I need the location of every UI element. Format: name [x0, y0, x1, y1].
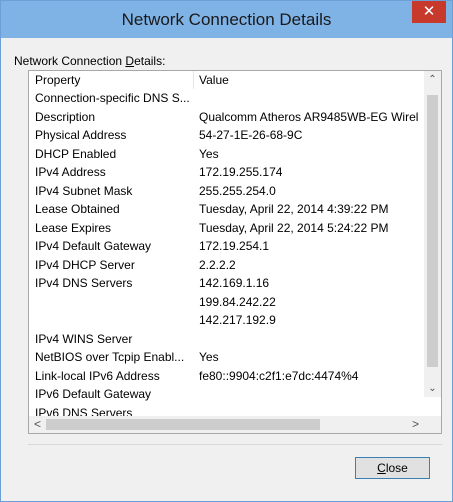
- value-cell: Tuesday, April 22, 2014 4:39:22 PM: [199, 202, 389, 216]
- value-cell: 142.169.1.16: [199, 276, 270, 290]
- table-row[interactable]: Connection-specific DNS S...: [29, 90, 425, 109]
- table-row[interactable]: DHCP Enabled Yes: [29, 146, 425, 165]
- table-row[interactable]: IPv6 Default Gateway: [29, 386, 425, 405]
- table-row[interactable]: Lease Obtained Tuesday, April 22, 2014 4:…: [29, 201, 425, 220]
- column-header-value[interactable]: Value: [199, 73, 229, 87]
- property-cell: DHCP Enabled: [35, 146, 117, 161]
- property-cell: Lease Obtained: [35, 202, 120, 216]
- section-label: Network Connection Details:: [14, 54, 165, 68]
- section-label-post: etails:: [134, 54, 166, 68]
- scrollbar-corner: [424, 416, 441, 433]
- table-row[interactable]: IPv4 Address 172.19.255.174: [29, 164, 425, 183]
- value-cell: Tuesday, April 22, 2014 5:24:22 PM: [199, 220, 389, 235]
- property-cell: Link-local IPv6 Address: [35, 368, 160, 383]
- horizontal-scrollbar[interactable]: < >: [29, 416, 441, 433]
- table-row[interactable]: NetBIOS over Tcpip Enabl... Yes: [29, 349, 425, 368]
- value-cell: 142.217.192.9: [199, 313, 276, 327]
- table-row[interactable]: Lease Expires Tuesday, April 22, 2014 5:2…: [29, 220, 425, 239]
- property-cell: IPv6 Default Gateway: [35, 387, 152, 401]
- value-cell: 172.19.254.1: [199, 239, 270, 253]
- property-cell: IPv4 DHCP Server: [35, 257, 135, 272]
- table-row[interactable]: IPv4 DNS Servers 142.169.1.16: [29, 275, 425, 294]
- scroll-right-icon[interactable]: >: [407, 416, 424, 433]
- close-window-icon[interactable]: ✕: [412, 1, 446, 23]
- scroll-up-icon[interactable]: ⌃: [424, 71, 441, 88]
- column-header-property[interactable]: Property: [35, 73, 80, 87]
- property-cell: Connection-specific DNS S...: [35, 91, 189, 105]
- value-cell: 54-27-1E-26-68-9C: [199, 128, 303, 142]
- value-cell: 199.84.242.22: [199, 294, 276, 309]
- scroll-left-icon[interactable]: <: [29, 416, 46, 433]
- property-cell: Description: [35, 109, 96, 124]
- property-cell: IPv4 Subnet Mask: [35, 183, 133, 198]
- close-button-label: lose: [385, 461, 408, 475]
- table-row[interactable]: IPv4 Default Gateway 172.19.254.1: [29, 238, 425, 257]
- vertical-scroll-thumb[interactable]: [427, 95, 438, 367]
- table-row[interactable]: Link-local IPv6 Address fe80::9904:c2f1:e…: [29, 368, 425, 387]
- table-row[interactable]: 199.84.242.22: [29, 294, 425, 313]
- title-bar[interactable]: Network Connection Details ✕: [1, 1, 452, 38]
- window-title: Network Connection Details: [121, 10, 332, 29]
- scroll-down-icon[interactable]: ⌄: [424, 380, 441, 397]
- value-cell: 2.2.2.2: [199, 257, 236, 272]
- close-button[interactable]: Close: [355, 457, 430, 479]
- horizontal-scroll-thumb[interactable]: [46, 419, 320, 430]
- table-row[interactable]: Physical Address 54-27-1E-26-68-9C: [29, 127, 425, 146]
- table-row[interactable]: IPv4 WINS Server: [29, 331, 425, 350]
- divider: [28, 444, 442, 445]
- vertical-scrollbar[interactable]: ⌃ ⌄: [424, 71, 441, 397]
- property-cell: Lease Expires: [35, 220, 112, 235]
- value-cell: Qualcomm Atheros AR9485WB-EG Wirel: [199, 109, 419, 124]
- value-cell: 172.19.255.174: [199, 165, 283, 179]
- value-cell: Yes: [199, 350, 219, 364]
- close-button-mnemonic: C: [377, 461, 386, 475]
- table-row[interactable]: IPv4 DHCP Server 2.2.2.2: [29, 257, 425, 276]
- property-cell: IPv4 WINS Server: [35, 331, 133, 346]
- value-cell: Yes: [199, 146, 219, 161]
- value-cell: 255.255.254.0: [199, 183, 276, 198]
- details-list[interactable]: Property Value Connection-specific DNS S…: [28, 70, 442, 434]
- property-cell: NetBIOS over Tcpip Enabl...: [35, 350, 185, 364]
- section-label-pre: Network Connection: [14, 54, 126, 68]
- value-cell: fe80::9904:c2f1:e7dc:4474%4: [199, 368, 359, 383]
- table-row[interactable]: Description Qualcomm Atheros AR9485WB-EG …: [29, 109, 425, 128]
- column-separator[interactable]: [193, 71, 194, 89]
- property-cell: IPv4 DNS Servers: [35, 276, 133, 290]
- section-label-mnemonic: D: [125, 54, 135, 68]
- table-row[interactable]: 142.217.192.9: [29, 312, 425, 331]
- property-cell: IPv4 Address: [35, 165, 106, 179]
- list-rows: Connection-specific DNS S... Description Q…: [29, 90, 425, 423]
- table-row[interactable]: IPv4 Subnet Mask 255.255.254.0: [29, 183, 425, 202]
- list-header: Property Value: [29, 71, 425, 90]
- property-cell: Physical Address: [35, 128, 127, 142]
- property-cell: IPv4 Default Gateway: [35, 239, 152, 253]
